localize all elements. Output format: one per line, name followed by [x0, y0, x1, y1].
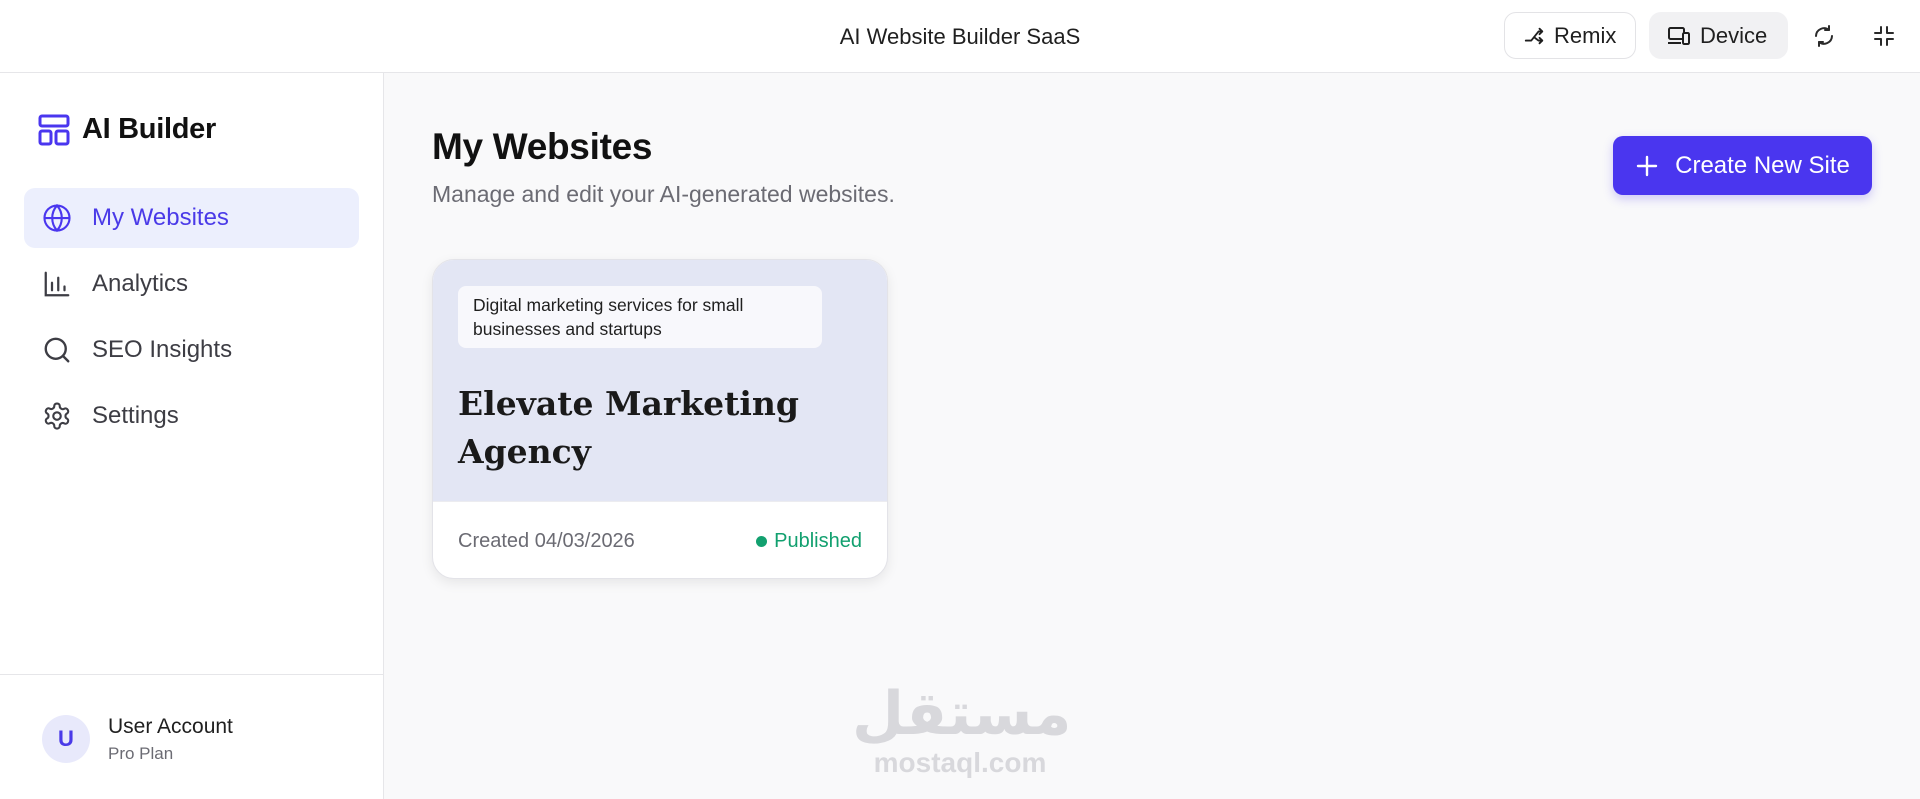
sidebar: AI Builder My Websites Analytics SEO Ins… — [0, 73, 384, 799]
remix-icon — [1524, 27, 1544, 44]
site-created-date: Created 04/03/2026 — [458, 530, 635, 552]
site-tagline: Digital marketing services for small bus… — [458, 286, 822, 348]
sidebar-item-seo-insights[interactable]: SEO Insights — [24, 320, 359, 380]
refresh-icon[interactable] — [1812, 24, 1836, 48]
site-card-footer: Created 04/03/2026 Published — [433, 501, 887, 578]
status-label: Published — [774, 530, 862, 552]
collapse-icon[interactable] — [1872, 24, 1896, 48]
user-name: User Account — [108, 715, 233, 738]
page-subtitle: Manage and edit your AI-generated websit… — [432, 181, 895, 207]
device-icon — [1668, 26, 1690, 45]
sidebar-item-label: Analytics — [92, 270, 189, 297]
site-card-preview: Digital marketing services for small bus… — [433, 260, 887, 501]
watermark-latin: mostaql.com — [873, 747, 1047, 778]
sidebar-item-label: Settings — [92, 402, 179, 429]
plus-icon — [1636, 155, 1658, 176]
site-card[interactable]: Digital marketing services for small bus… — [432, 259, 888, 579]
create-new-site-button[interactable]: Create New Site — [1613, 136, 1872, 195]
globe-icon — [43, 203, 71, 233]
bar-chart-icon — [44, 271, 70, 297]
top-bar: AI Website Builder SaaS Remix Device — [0, 0, 1920, 73]
sidebar-item-label: My Websites — [92, 204, 229, 231]
watermark: مستقل mostaql.com — [852, 679, 1072, 778]
device-button[interactable]: Device — [1649, 12, 1788, 59]
user-plan: Pro Plan — [108, 744, 174, 763]
sidebar-item-analytics[interactable]: Analytics — [24, 254, 359, 314]
device-label: Device — [1700, 22, 1768, 48]
status-badge: Published — [756, 530, 862, 553]
brand-name: AI Builder — [82, 113, 216, 145]
gear-icon — [44, 402, 70, 430]
remix-button[interactable]: Remix — [1504, 12, 1636, 59]
sidebar-item-my-websites[interactable]: My Websites — [24, 188, 359, 248]
avatar: U — [42, 715, 90, 763]
search-icon — [44, 337, 70, 363]
layout-logo-icon — [38, 114, 70, 145]
sidebar-item-label: SEO Insights — [92, 336, 233, 363]
page-title: My Websites — [432, 126, 653, 167]
site-name: Elevate Marketing Agency — [458, 384, 799, 471]
brand[interactable]: AI Builder — [38, 113, 216, 146]
sidebar-item-settings[interactable]: Settings — [24, 386, 359, 446]
watermark-arabic: مستقل — [852, 679, 1072, 749]
remix-label: Remix — [1554, 22, 1617, 48]
user-account-panel[interactable]: U User Account Pro Plan — [0, 674, 383, 799]
create-new-site-label: Create New Site — [1675, 151, 1850, 179]
status-dot — [756, 536, 768, 547]
